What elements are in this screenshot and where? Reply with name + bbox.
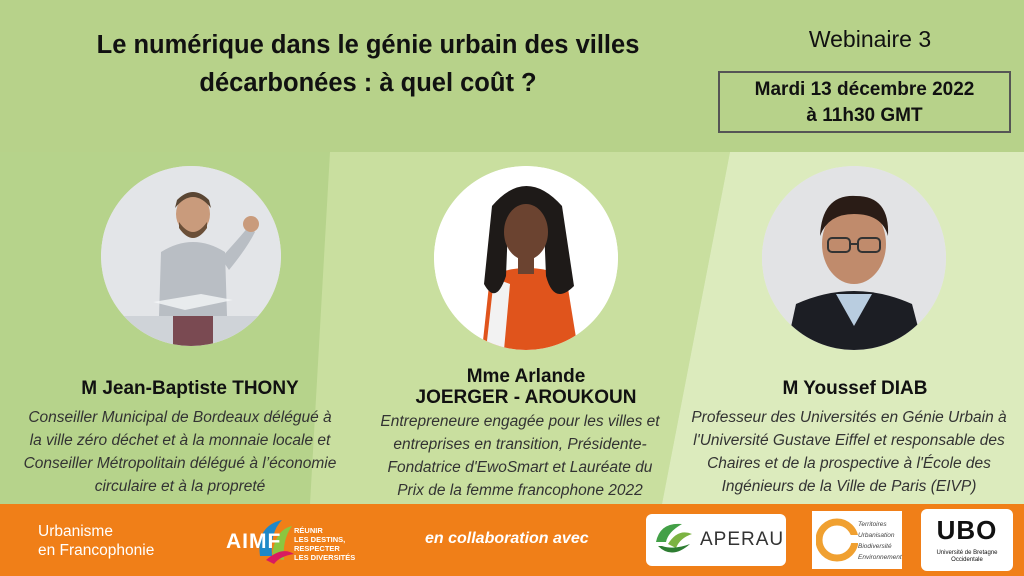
desc-line: Conseiller Municipal de Bordeaux délégué…: [28, 409, 332, 426]
speaker-desc-thony: Conseiller Municipal de Bordeaux délégué…: [10, 406, 350, 498]
desc-line: Entrepreneure engagée pour les villes et: [380, 413, 660, 430]
urbanisme-francophonie-logo: Urbanisme en Francophonie: [38, 522, 154, 560]
aperau-logo: APERAU: [646, 514, 786, 566]
tagline-line: LES DESTINS,: [294, 535, 346, 544]
desc-line: Conseiller Métropolitain délégué à l’éco…: [23, 455, 337, 472]
tube-circle-icon: [816, 518, 858, 562]
date-line: Mardi 13 décembre 2022: [754, 79, 975, 100]
tube-word: Environnement: [858, 554, 902, 561]
speaker-photo-thony: [101, 166, 281, 346]
speaker-photo-diab: [762, 166, 946, 350]
webinar-label: Webinaire 3: [808, 26, 932, 52]
speaker-desc-diab: Professeur des Universités en Génie Urba…: [676, 406, 1022, 498]
speaker-desc-joerger: Entrepreneure engagée pour les villes et…: [360, 410, 680, 502]
desc-line: la ville zéro déchet et à la monnaie loc…: [29, 432, 331, 449]
aperau-leaf-icon: [656, 523, 692, 553]
name-line-1: Mme Arlande: [466, 366, 586, 387]
tagline-line: LES DIVERSITÉS: [294, 553, 356, 562]
desc-line: Professeur des Universités en Génie Urba…: [691, 409, 1007, 426]
aimf-tagline: RÉUNIR LES DESTINS, RESPECTER LES DIVERS…: [294, 526, 355, 562]
aperau-wordmark: APERAU: [700, 529, 785, 550]
tube-word: Urbanisation: [858, 532, 895, 539]
page-title: Le numérique dans le génie urbain des vi…: [18, 26, 718, 102]
tube-word: Territoires: [858, 521, 887, 528]
uf-line-2: en Francophonie: [38, 542, 155, 559]
aimf-wordmark: AIMF: [226, 530, 282, 553]
title-line-1: Le numérique dans le génie urbain des vi…: [96, 31, 640, 59]
tube-logo: Territoires Urbanisation Biodiversité En…: [812, 511, 902, 569]
desc-line: Ingénieurs de la Ville de Paris (EIVP): [721, 478, 977, 495]
desc-line: circulaire et à la propreté: [94, 478, 266, 495]
tagline-line: RÉUNIR: [294, 526, 323, 535]
speaker-photo-joerger: [434, 166, 618, 350]
speaker-name-diab: M Youssef DIAB: [782, 378, 928, 399]
speaker-name-joerger: Mme Arlande JOERGER - AROUKOUN: [376, 366, 676, 408]
tube-wordlist: Territoires Urbanisation Biodiversité En…: [858, 519, 902, 563]
name-line-2: JOERGER - AROUKOUN: [415, 387, 637, 408]
ubo-subtitle: Université de Bretagne Occidentale: [936, 550, 998, 563]
desc-line: entreprises en transition, Présidente-: [393, 436, 647, 453]
desc-line: Fondatrice d'EwoSmart et Lauréate du: [387, 459, 653, 476]
collaboration-label: en collaboration avec: [425, 530, 589, 547]
title-line-2: décarbonées : à quel coût ?: [199, 69, 537, 97]
date-box: Mardi 13 décembre 2022 à 11h30 GMT: [718, 71, 1011, 133]
aimf-logo: AIMF RÉUNIR LES DESTINS, RESPECTER LES D…: [222, 514, 372, 566]
tagline-line: RESPECTER: [294, 544, 340, 553]
ubo-wordmark: UBO: [936, 515, 998, 545]
time-line: à 11h30 GMT: [806, 105, 923, 126]
speaker-name-thony: M Jean-Baptiste THONY: [81, 378, 299, 399]
header-banner: Le numérique dans le génie urbain des vi…: [0, 0, 1024, 152]
desc-line: Chaires et de la prospective à l'École d…: [707, 455, 991, 472]
tube-word: Biodiversité: [858, 543, 892, 550]
speaker-panels: M Jean-Baptiste THONY Conseiller Municip…: [0, 152, 1024, 504]
uf-line-1: Urbanisme: [38, 523, 113, 540]
desc-line: Prix de la femme francophone 2022: [397, 482, 643, 499]
desc-line: l'Université Gustave Eiffel et responsab…: [693, 432, 1005, 449]
ubo-logo: UBO Université de Bretagne Occidentale: [921, 509, 1013, 571]
